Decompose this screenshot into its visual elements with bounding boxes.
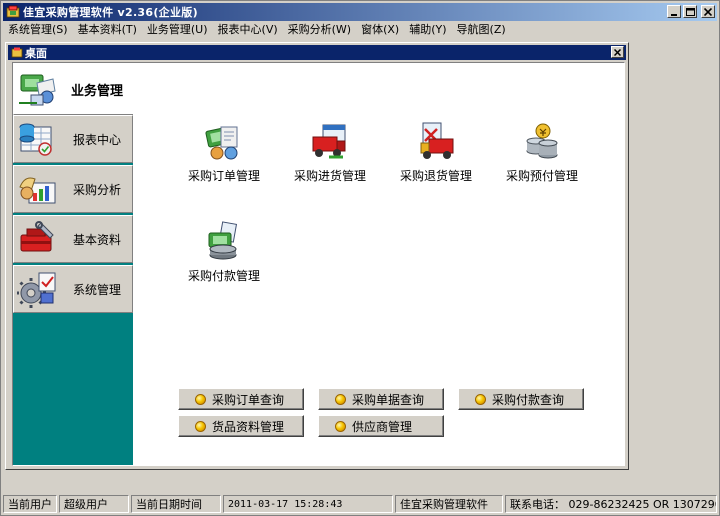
window-title: 佳宜采购管理软件 v2.36(企业版): [23, 6, 198, 19]
goods-data-management-label: 货品资料管理: [212, 419, 285, 434]
business-icon: [19, 74, 56, 106]
tile-purchase-return[interactable]: 采购退货管理: [381, 121, 491, 187]
menu-bar: 系统管理(S) 基本资料(T) 业务管理(U) 报表中心(V) 采购分析(W) …: [3, 21, 717, 39]
status-contact: 联系电话： 029-86232425 OR 13072908445: [505, 495, 717, 513]
title-bar[interactable]: 佳宜采购管理软件 v2.36(企业版): [3, 3, 717, 21]
bullet-icon: [335, 420, 346, 432]
tile-purchase-order-label: 采购订单管理: [187, 169, 260, 183]
tile-purchase-order[interactable]: 采购订单管理: [169, 121, 279, 187]
nav-item-report-center-label: 报表中心: [73, 132, 122, 147]
menu-reports[interactable]: 报表中心(V): [213, 22, 283, 38]
close-icon: [704, 7, 712, 16]
bullet-icon: [195, 393, 206, 405]
basic-data-icon: [20, 221, 54, 252]
nav-item-report-center[interactable]: 报表中心: [13, 115, 133, 163]
status-app-name: 佳宜采购管理软件: [395, 495, 503, 513]
close-icon: [614, 48, 621, 56]
tile-purchase-payment-label: 采购付款管理: [187, 269, 260, 283]
desktop-title-bar[interactable]: 桌面: [8, 45, 626, 60]
tile-purchase-prepay-label: 采购预付管理: [505, 169, 578, 183]
desktop-body: 业务管理 报表中心 采购分析 基本资料 系统管理 采购订单管理 采购进货管理 采…: [12, 62, 625, 466]
purchase-document-query-button[interactable]: 采购单据查询: [318, 388, 444, 410]
menu-system[interactable]: 系统管理(S): [3, 22, 73, 38]
nav-item-purchase-analysis-label: 采购分析: [73, 182, 122, 197]
purchase-analysis-icon: [19, 177, 56, 204]
tile-purchase-prepay[interactable]: 采购预付管理: [487, 121, 597, 187]
tile-purchase-receiving-label: 采购进货管理: [293, 169, 366, 183]
nav-item-business-label: 业务管理: [71, 83, 124, 99]
maximize-button[interactable]: [683, 5, 697, 18]
nav-item-system-management[interactable]: 系统管理: [13, 265, 133, 313]
purchase-order-query-button[interactable]: 采购订单查询: [178, 388, 304, 410]
desktop-icon: [11, 47, 23, 57]
purchase-payment-query-button[interactable]: 采购付款查询: [458, 388, 584, 410]
status-user-label: 当前用户: [3, 495, 57, 513]
purchase-prepay-icon: [526, 123, 558, 159]
desktop-title: 桌面: [25, 46, 47, 60]
content-area: 采购订单管理 采购进货管理 采购退货管理 采购预付管理 采购付款管理 采购订单查…: [133, 63, 624, 465]
bullet-icon: [335, 393, 346, 405]
menu-business[interactable]: 业务管理(U): [142, 22, 213, 38]
menu-help[interactable]: 辅助(Y): [404, 22, 451, 38]
nav-item-purchase-analysis[interactable]: 采购分析: [13, 165, 133, 213]
bullet-icon: [195, 420, 206, 432]
menu-basic-data[interactable]: 基本资料(T): [73, 22, 142, 38]
status-date-label: 当前日期时间: [131, 495, 221, 513]
goods-data-management-button[interactable]: 货品资料管理: [178, 415, 304, 437]
supplier-management-button[interactable]: 供应商管理: [318, 415, 444, 437]
report-center-icon: [19, 123, 52, 156]
nav-item-system-management-label: 系统管理: [73, 282, 122, 297]
purchase-payment-query-label: 采购付款查询: [492, 392, 565, 407]
status-bar: 当前用户 超级用户 当前日期时间 2011-03-17 15:28:43 佳宜采…: [3, 495, 717, 513]
purchase-receiving-icon: [312, 124, 346, 159]
menu-analysis[interactable]: 采购分析(W): [283, 22, 356, 38]
desktop-close-button[interactable]: [611, 46, 624, 58]
app-window: 佳宜采购管理软件 v2.36(企业版) 系统管理(S) 基本资料(T) 业务管理…: [0, 0, 720, 516]
nav-panel: 业务管理 报表中心 采购分析 基本资料 系统管理: [13, 63, 134, 465]
system-management-icon: [17, 272, 56, 308]
tile-purchase-receiving[interactable]: 采购进货管理: [275, 121, 385, 187]
app-icon: [6, 5, 20, 18]
minimize-icon: [671, 13, 677, 16]
minimize-button[interactable]: [667, 5, 681, 18]
purchase-payment-icon: [208, 221, 238, 260]
status-date-value: 2011-03-17 15:28:43: [223, 495, 393, 513]
purchase-document-query-label: 采购单据查询: [352, 392, 425, 407]
supplier-management-label: 供应商管理: [352, 419, 413, 434]
purchase-order-query-label: 采购订单查询: [212, 392, 285, 407]
nav-item-basic-data-label: 基本资料: [73, 232, 122, 247]
purchase-return-icon: [420, 122, 454, 159]
nav-item-basic-data[interactable]: 基本资料: [13, 215, 133, 263]
maximize-icon: [685, 7, 695, 16]
tile-purchase-return-label: 采购退货管理: [399, 169, 472, 183]
tile-purchase-payment[interactable]: 采购付款管理: [169, 221, 279, 287]
menu-window[interactable]: 窗体(X): [356, 22, 404, 38]
menu-navigation-map[interactable]: 导航图(Z): [452, 22, 511, 38]
bullet-icon: [475, 393, 486, 405]
close-button[interactable]: [701, 5, 715, 18]
purchase-order-icon: [205, 126, 238, 160]
desktop-window: 桌面 业务管理 报表中心 采购分析 基本资料 系统管理 采购订单管理 采购进货管…: [5, 42, 629, 470]
nav-item-business[interactable]: 业务管理: [13, 63, 134, 115]
status-user-value: 超级用户: [59, 495, 129, 513]
